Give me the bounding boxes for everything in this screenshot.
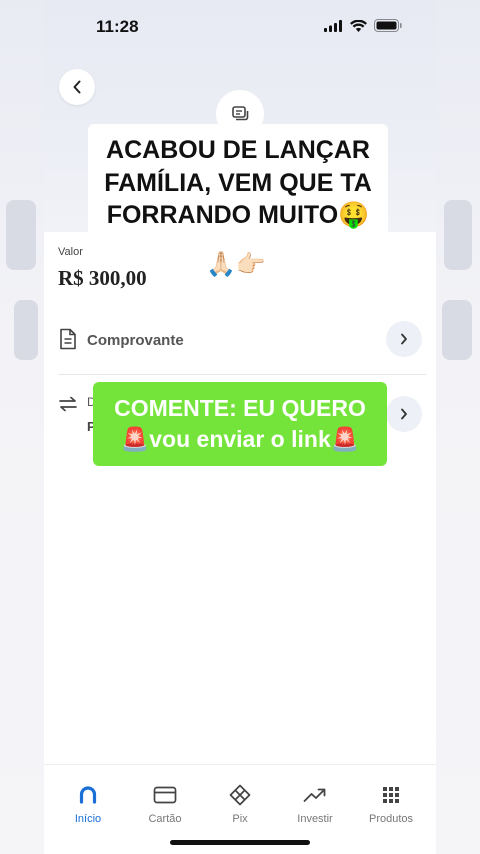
- tab-cartao-label: Cartão: [148, 813, 182, 825]
- background-left-strip: [0, 0, 44, 854]
- battery-icon: [374, 19, 402, 32]
- caption-bottom-line1: COMENTE: EU QUERO: [114, 394, 366, 421]
- valor-amount: R$ 300,00: [58, 266, 147, 290]
- transfer-arrows-icon: [59, 396, 77, 412]
- chevron-right-icon: [401, 333, 407, 345]
- back-button[interactable]: [59, 69, 95, 105]
- home-indicator: [170, 840, 310, 845]
- home-icon: [79, 786, 97, 804]
- caption-top-line3: FORRANDO MUITO🤑: [106, 201, 370, 230]
- card-icon: [153, 786, 177, 804]
- chevron-right-icon: [401, 408, 407, 420]
- tab-pix-label: Pix: [232, 813, 248, 825]
- valor-label: Valor: [58, 246, 83, 258]
- app-screen: 11:28 Valor R$ 300,00 🙏🏻👉🏻 Comprovante D…: [44, 0, 436, 854]
- wifi-icon: [350, 19, 367, 32]
- caption-top-line2: FAMÍLIA, VEM QUE TA: [104, 168, 372, 197]
- comprovante-open-button[interactable]: [386, 321, 422, 357]
- comprovante-row[interactable]: Comprovante: [44, 312, 436, 368]
- trend-up-icon: [303, 788, 326, 802]
- caption-overlay-top: ACABOU DE LANÇAR FAMÍLIA, VEM QUE TA FOR…: [88, 124, 388, 242]
- comprovante-label: Comprovante: [87, 332, 184, 349]
- document-icon: [60, 328, 76, 350]
- pix-icon: [229, 784, 251, 806]
- tab-cartao[interactable]: Cartão: [126, 773, 204, 825]
- tab-investir-label: Investir: [297, 813, 333, 825]
- tab-investir[interactable]: Investir: [276, 773, 354, 825]
- transaction-card: [44, 232, 436, 752]
- status-icons: [324, 19, 402, 32]
- transfer-open-button[interactable]: [386, 396, 422, 432]
- signal-icon: [324, 19, 342, 32]
- tab-produtos-label: Produtos: [368, 813, 414, 825]
- tab-inicio-label: Início: [74, 813, 102, 825]
- tab-inicio[interactable]: Início: [49, 773, 127, 825]
- tab-produtos[interactable]: Produtos: [352, 773, 430, 825]
- pointing-hands-emoji: 🙏🏻👉🏻: [206, 251, 266, 278]
- caption-top-line1: ACABOU DE LANÇAR: [106, 136, 370, 165]
- caption-overlay-bottom: COMENTE: EU QUERO 🚨vou enviar o link🚨: [93, 382, 387, 466]
- background-right-strip: [436, 0, 480, 854]
- status-time: 11:28: [96, 17, 139, 36]
- status-bar: 11:28: [44, 0, 436, 54]
- tab-pix[interactable]: Pix: [201, 773, 279, 825]
- grid-icon: [383, 787, 399, 803]
- caption-bottom-line2: 🚨vou enviar o link🚨: [120, 426, 360, 452]
- receipt-icon: [232, 106, 249, 121]
- row-divider: [58, 374, 426, 375]
- chevron-left-icon: [73, 80, 81, 94]
